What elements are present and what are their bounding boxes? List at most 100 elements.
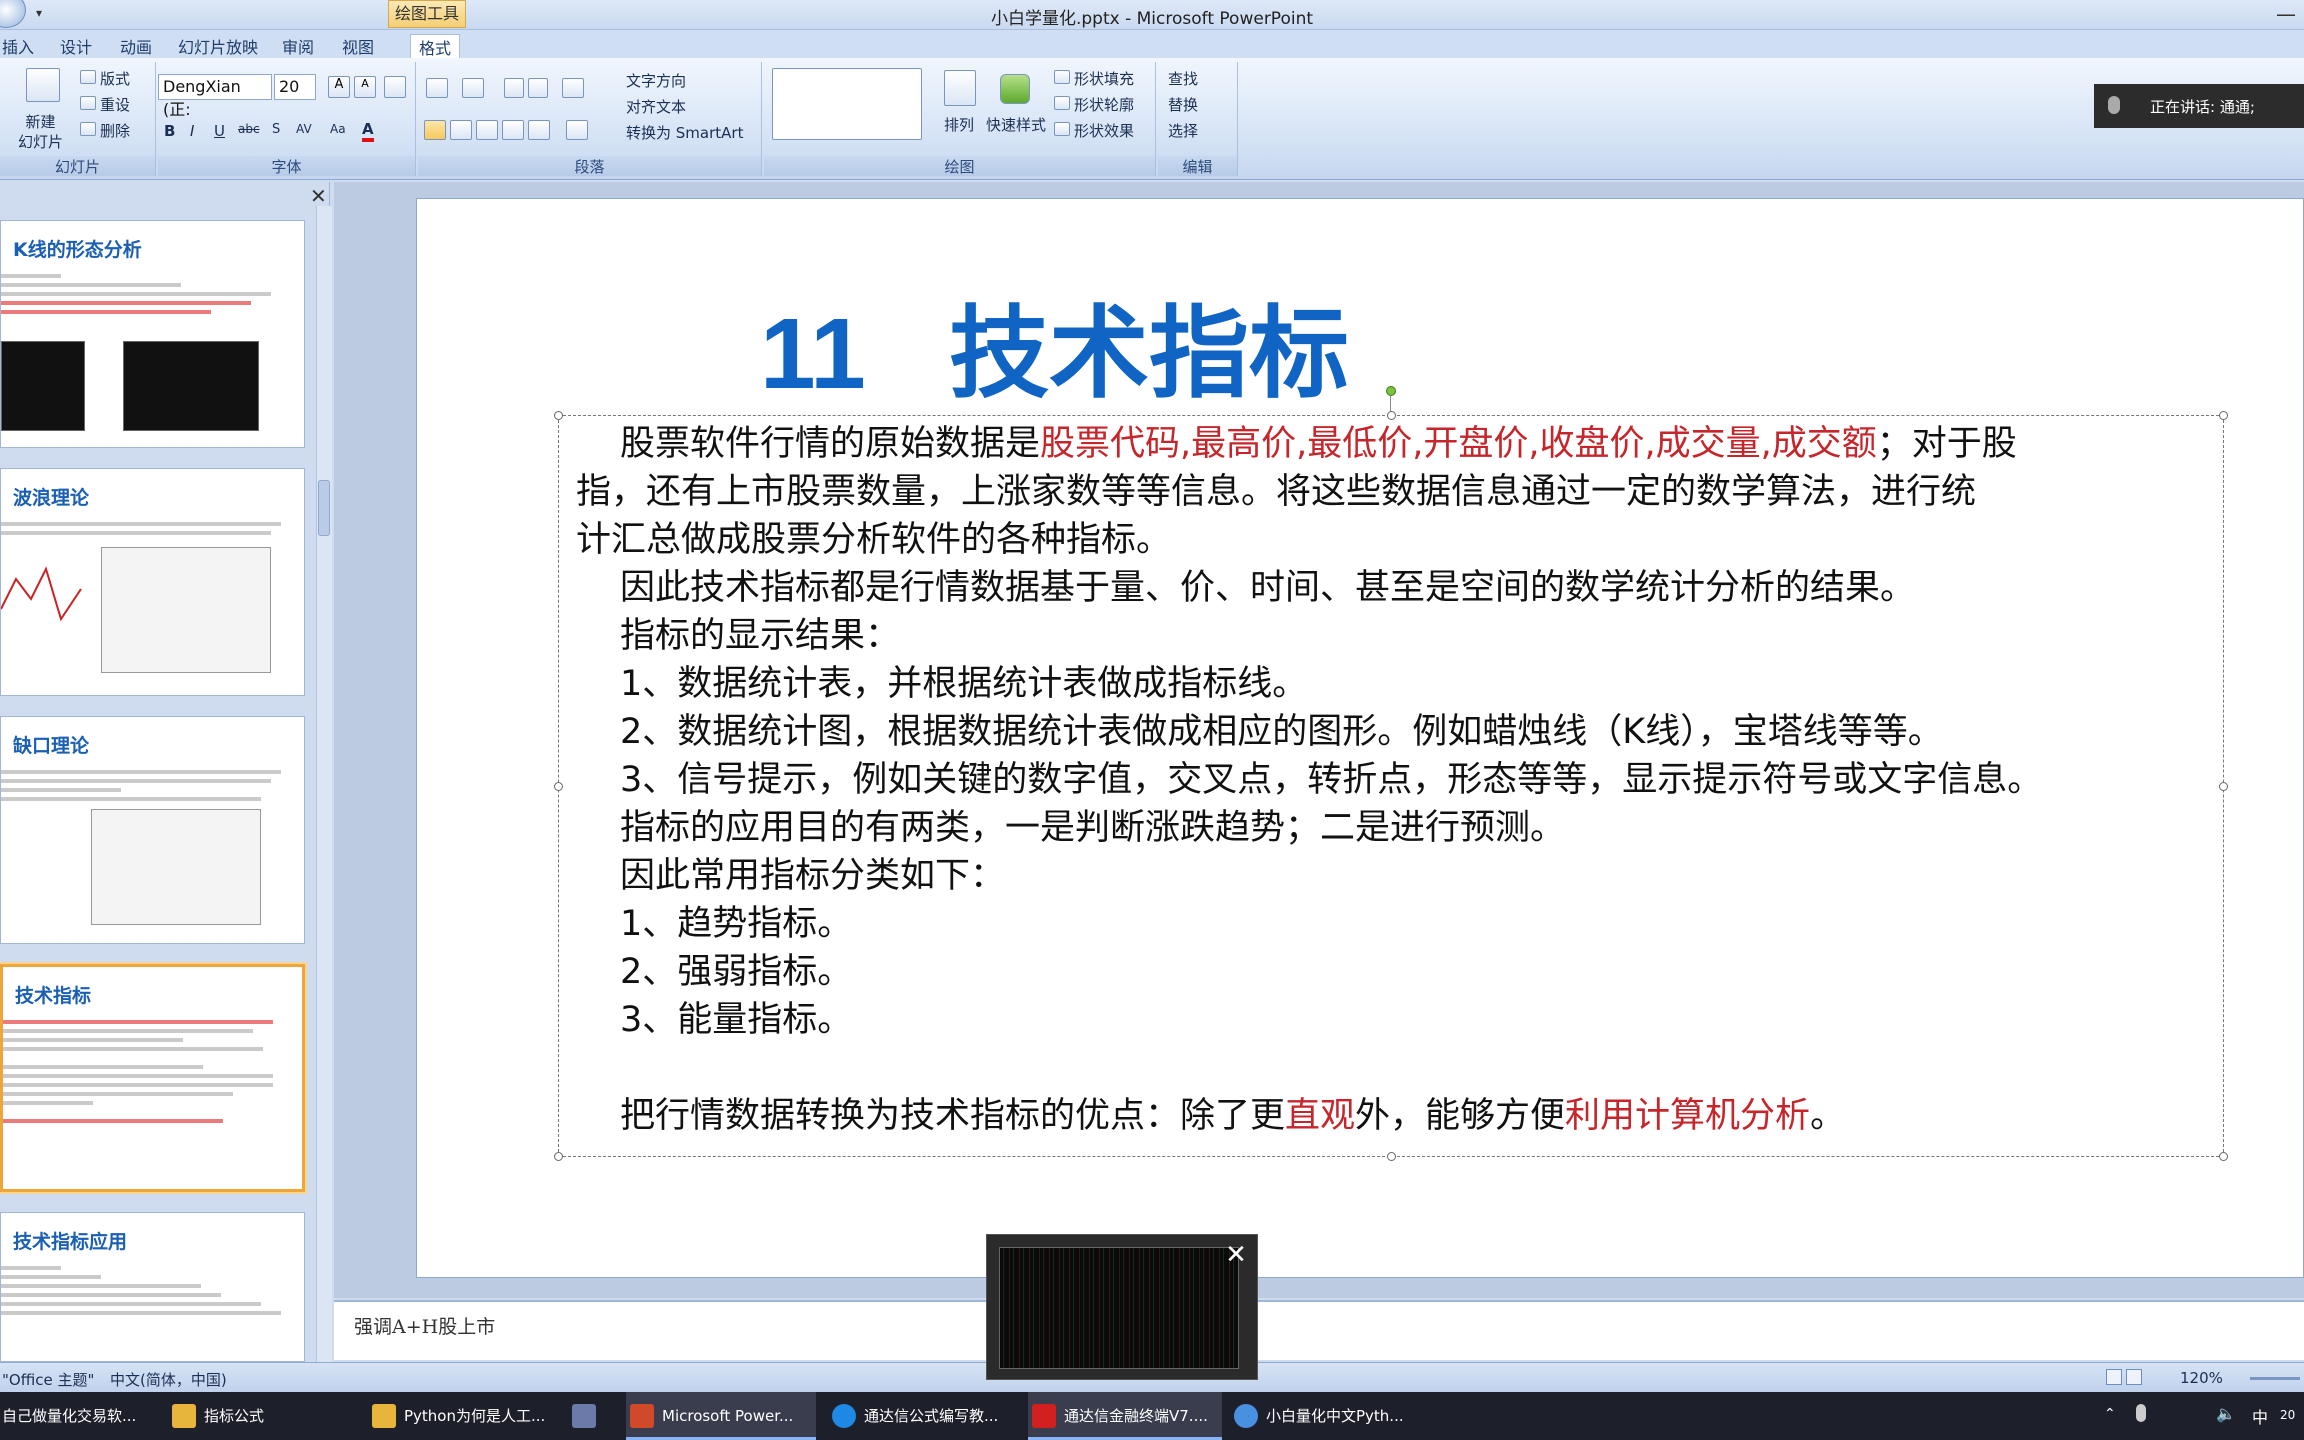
distributed-icon[interactable]	[528, 120, 550, 140]
decrease-indent-icon[interactable]	[504, 78, 524, 98]
clock[interactable]: 20	[2280, 1408, 2295, 1422]
slide-thumbnail-1[interactable]: K线的形态分析	[0, 220, 305, 448]
slide-thumbnail-3[interactable]: 缺口理论	[0, 716, 305, 944]
align-right-icon[interactable]	[476, 120, 498, 140]
microphone-icon[interactable]	[2136, 1404, 2146, 1422]
resize-handle[interactable]	[2219, 782, 2228, 791]
tab-view[interactable]: 视图	[342, 34, 374, 58]
taskbar-item[interactable]: 小白量化中文Pyth...	[1230, 1392, 1404, 1440]
taskbar-item[interactable]	[568, 1392, 608, 1440]
panel-scrollbar[interactable]	[316, 206, 332, 1362]
shape-fill-button[interactable]: 形状填充	[1074, 68, 1134, 89]
drawing-tools-context-tab[interactable]: 绘图工具	[388, 0, 466, 28]
find-button[interactable]: 查找	[1168, 68, 1198, 89]
language-status[interactable]: 中文(简体，中国)	[110, 1369, 227, 1390]
tab-animation[interactable]: 动画	[120, 34, 152, 58]
rotate-handle[interactable]	[1386, 386, 1396, 396]
underline-icon[interactable]: U	[214, 122, 225, 140]
folder-icon	[172, 1404, 196, 1428]
ime-indicator[interactable]: 中	[2252, 1404, 2268, 1428]
notes-text: 强调A+H股上市	[354, 1316, 496, 1338]
resize-handle[interactable]	[2219, 411, 2228, 420]
shapes-gallery[interactable]	[772, 68, 922, 140]
quick-styles-button[interactable]: 快速样式	[986, 114, 1046, 135]
resize-handle[interactable]	[554, 411, 563, 420]
close-panel-icon[interactable]: ✕	[310, 184, 327, 208]
new-slide-icon[interactable]	[26, 68, 60, 102]
slide-sorter-icon[interactable]	[2126, 1369, 2142, 1385]
taskbar-preview-popup[interactable]: ✕	[986, 1234, 1258, 1380]
tab-slideshow[interactable]: 幻灯片放映	[178, 34, 258, 58]
tab-design[interactable]: 设计	[60, 34, 92, 58]
bullets-icon[interactable]	[426, 78, 448, 98]
columns-icon[interactable]	[566, 120, 588, 140]
volume-icon[interactable]: 🔈	[2216, 1404, 2236, 1423]
taskbar-item-powerpoint[interactable]: Microsoft Power...	[626, 1392, 816, 1440]
delete-button[interactable]: 删除	[100, 120, 130, 141]
zoom-level[interactable]: 120%	[2180, 1369, 2223, 1387]
replace-button[interactable]: 替换	[1168, 94, 1198, 115]
tab-review[interactable]: 审阅	[282, 34, 314, 58]
italic-icon[interactable]: I	[190, 122, 194, 140]
select-button[interactable]: 选择	[1168, 120, 1198, 141]
notes-pane[interactable]: 强调A+H股上市	[334, 1300, 2304, 1360]
tab-insert[interactable]: 插入	[2, 34, 34, 58]
text-direction-button[interactable]: 文字方向	[626, 70, 686, 91]
resize-handle[interactable]	[1387, 1152, 1396, 1161]
new-slide-button[interactable]: 新建 幻灯片	[18, 112, 63, 152]
increase-indent-icon[interactable]	[528, 78, 548, 98]
close-icon[interactable]: ✕	[1219, 1239, 1253, 1273]
quick-styles-icon[interactable]	[1000, 74, 1030, 104]
window-preview[interactable]	[999, 1247, 1239, 1369]
numbering-icon[interactable]	[462, 78, 484, 98]
normal-view-icon[interactable]	[2106, 1369, 2122, 1385]
strikethrough-icon[interactable]: abc	[238, 122, 260, 136]
quick-access-dropdown-icon[interactable]: ▾	[36, 6, 42, 20]
slide-thumbnail-4[interactable]: 技术指标	[0, 964, 305, 1192]
tab-format[interactable]: 格式	[410, 34, 461, 59]
zoom-slider[interactable]	[2250, 1377, 2300, 1380]
font-color-icon[interactable]: A	[362, 120, 374, 142]
slide-thumbnail-2[interactable]: 波浪理论	[0, 468, 305, 696]
change-case-icon[interactable]: Aa	[330, 122, 346, 136]
slide-body-text[interactable]: 股票软件行情的原始数据是股票代码,最高价,最低价,开盘价,收盘价,成交量,成交额…	[576, 420, 2216, 1140]
slide-thumbnail-5[interactable]: 技术指标应用	[0, 1212, 305, 1362]
smartart-button[interactable]: 转换为 SmartArt	[626, 122, 743, 143]
justify-icon[interactable]	[502, 120, 524, 140]
shape-effects-button[interactable]: 形状效果	[1074, 120, 1134, 141]
paragraph: 因此常用指标分类如下：	[620, 856, 1006, 896]
font-name-combo[interactable]: DengXian (正:	[158, 74, 272, 119]
shape-outline-button[interactable]: 形状轮廓	[1074, 94, 1134, 115]
align-center-icon[interactable]	[450, 120, 472, 140]
align-left-icon[interactable]	[424, 120, 446, 140]
shrink-font-icon[interactable]: A	[354, 76, 376, 98]
taskbar-item[interactable]: 通达信公式编写教...	[828, 1392, 998, 1440]
line-spacing-icon[interactable]	[562, 78, 584, 98]
panel-scroll-thumb[interactable]	[318, 480, 330, 536]
taskbar-item[interactable]: 自己做量化交易软...	[0, 1392, 136, 1440]
taskbar-item[interactable]: 指标公式	[168, 1392, 264, 1440]
folder-icon	[372, 1404, 396, 1428]
slide-title[interactable]: 11 技术指标	[760, 272, 1349, 417]
taskbar-item[interactable]: 通达信金融终端V7....	[1028, 1392, 1222, 1440]
layout-button[interactable]: 版式	[100, 68, 130, 89]
arrange-icon[interactable]	[944, 70, 976, 106]
clear-format-icon[interactable]	[384, 76, 406, 98]
align-text-button[interactable]: 对齐文本	[626, 96, 686, 117]
resize-handle[interactable]	[2219, 1152, 2228, 1161]
font-size-combo[interactable]: 20	[274, 74, 316, 100]
reset-button[interactable]: 重设	[100, 94, 130, 115]
resize-handle[interactable]	[554, 782, 563, 791]
minimize-icon[interactable]: —	[2276, 2, 2296, 26]
bold-icon[interactable]: B	[164, 122, 175, 140]
shadow-icon[interactable]: S	[272, 122, 280, 137]
taskbar-item[interactable]: Python为何是人工...	[368, 1392, 545, 1440]
arrange-button[interactable]: 排列	[944, 114, 974, 135]
chevron-up-icon[interactable]: ⌃	[2104, 1406, 2116, 1422]
resize-handle[interactable]	[1387, 411, 1396, 420]
resize-handle[interactable]	[554, 1152, 563, 1161]
thumbnail-title: 缺口理论	[13, 735, 90, 757]
group-label-paragraph: 段落	[418, 156, 761, 176]
grow-font-icon[interactable]: A	[328, 76, 350, 98]
char-spacing-icon[interactable]: AV	[296, 122, 312, 136]
